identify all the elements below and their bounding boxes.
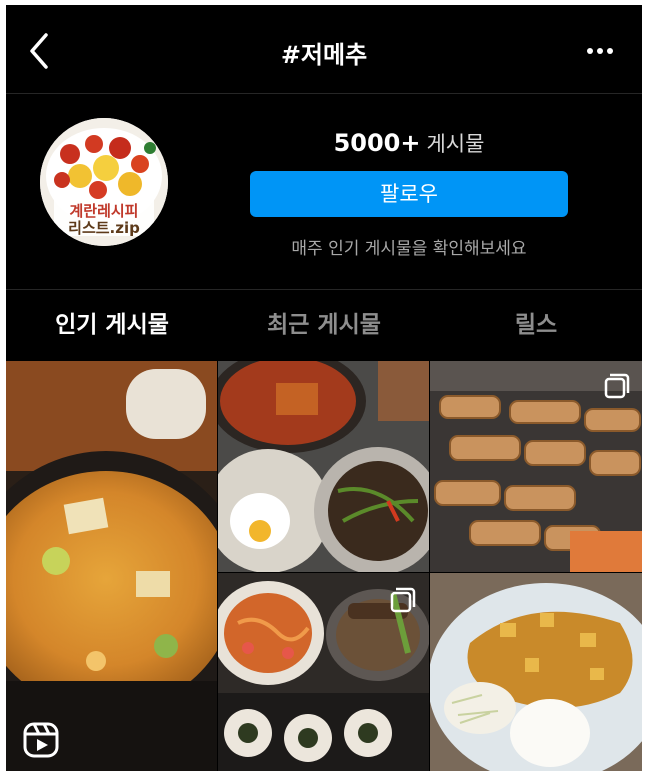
tab-bar: 인기 게시물 최근 게시물 릴스: [6, 290, 642, 360]
post-thumbnail[interactable]: [430, 361, 642, 572]
post-thumbnail[interactable]: [430, 573, 642, 771]
tab-recent-posts[interactable]: 최근 게시물: [218, 290, 430, 360]
post-thumbnail[interactable]: [218, 573, 429, 771]
post-count-label: 게시물: [426, 132, 485, 156]
post-count: 5000+ 게시물: [250, 128, 568, 158]
svg-text:리스트.zip: 리스트.zip: [68, 219, 140, 237]
weekly-top-posts-text: 매주 인기 게시물을 확인해보세요: [291, 239, 527, 259]
hashtag-header: 계란레시피 리스트.zip 5000+ 게시물 팔로우 매주 인기 게시물을 확인…: [6, 94, 642, 290]
tab-top-posts[interactable]: 인기 게시물: [6, 290, 218, 360]
hashtag-avatar: 계란레시피 리스트.zip: [40, 118, 168, 246]
post-thumbnail[interactable]: [218, 361, 429, 572]
follow-button[interactable]: 팔로우: [250, 171, 568, 217]
post-count-value: 5000+: [333, 129, 421, 157]
more-button[interactable]: [582, 39, 618, 63]
reels-icon: [23, 722, 59, 758]
post-thumbnail[interactable]: [6, 361, 217, 771]
page-title: #저메추: [280, 41, 368, 69]
multiple-posts-icon: [390, 587, 416, 613]
more-horizontal-icon: [587, 48, 613, 54]
avatar-logo-text: 계란레시피: [69, 202, 138, 220]
tab-reels[interactable]: 릴스: [430, 290, 642, 360]
post-grid: [6, 361, 642, 771]
screen: #저메추 계란레시피 리스트.zip 5000+ 게시물 팔로우 매주 인기 게…: [6, 5, 642, 771]
multiple-posts-icon: [604, 373, 630, 399]
top-bar: #저메추: [6, 5, 642, 94]
